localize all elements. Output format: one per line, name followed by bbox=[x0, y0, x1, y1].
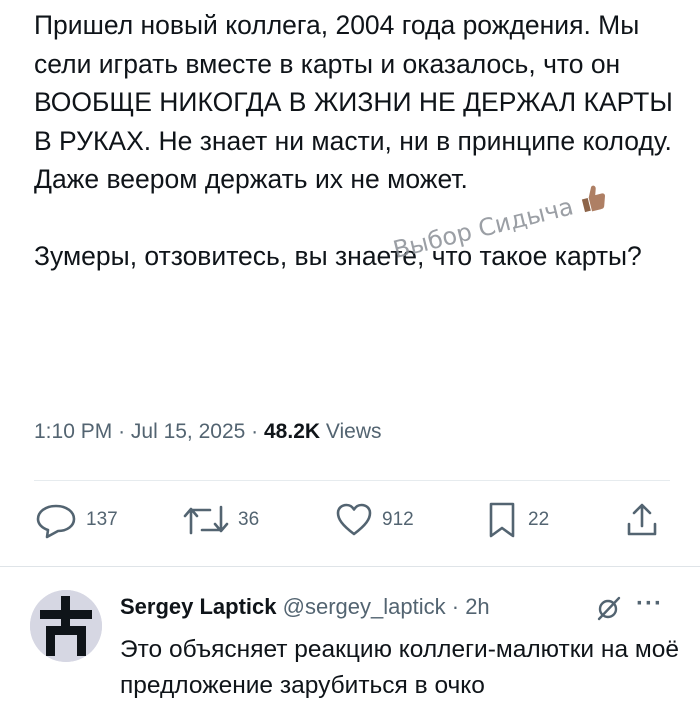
repost-count: 36 bbox=[238, 509, 260, 530]
reply-icon bbox=[34, 500, 78, 540]
tweet-time[interactable]: 1:10 PM bbox=[34, 420, 112, 443]
tweet-meta: 1:10 PM · Jul 15, 2025 · 48.2K Views bbox=[34, 420, 382, 444]
action-bar: 137 36 912 22 bbox=[30, 500, 670, 540]
tweet-date[interactable]: Jul 15, 2025 bbox=[131, 420, 245, 443]
repost-icon bbox=[182, 500, 230, 540]
like-button[interactable]: 912 bbox=[334, 500, 414, 540]
avatar[interactable] bbox=[30, 590, 102, 662]
share-button[interactable] bbox=[624, 500, 660, 540]
reply-author-name[interactable]: Sergey Laptick bbox=[120, 594, 277, 619]
divider-top bbox=[34, 480, 670, 481]
views-label: Views bbox=[325, 420, 382, 443]
meta-separator: · bbox=[251, 420, 264, 443]
reply-text: Это объясняет реакцию коллеги-малютки на… bbox=[120, 636, 679, 699]
tweet-paragraph-2: Зумеры, отзовитесь, вы знаете, что такое… bbox=[34, 240, 642, 271]
views-count: 48.2K bbox=[264, 420, 321, 443]
reply-author-handle[interactable]: @sergey_laptick bbox=[283, 594, 446, 619]
like-count: 912 bbox=[382, 509, 414, 530]
tweet-text: Пришел новый коллега, 2004 года рождения… bbox=[34, 6, 674, 275]
repost-button[interactable]: 36 bbox=[182, 500, 259, 540]
bookmark-button[interactable]: 22 bbox=[484, 500, 549, 540]
reply-time[interactable]: 2h bbox=[465, 594, 489, 619]
grok-icon[interactable] bbox=[595, 594, 623, 627]
reply-count: 137 bbox=[86, 509, 118, 530]
bookmark-icon bbox=[484, 500, 520, 540]
meta-separator: · bbox=[451, 594, 460, 619]
tweet-paragraph-1: Пришел новый коллега, 2004 года рождения… bbox=[34, 10, 673, 194]
reply-tweet[interactable]: Sergey Laptick @sergey_laptick · 2h ··· … bbox=[0, 568, 700, 711]
bookmark-count: 22 bbox=[528, 509, 550, 530]
like-icon bbox=[334, 500, 374, 540]
share-icon bbox=[624, 500, 660, 540]
reply-button[interactable]: 137 bbox=[34, 500, 118, 540]
divider-reply bbox=[0, 566, 700, 567]
more-icon[interactable]: ··· bbox=[636, 590, 663, 618]
meta-separator: · bbox=[118, 420, 131, 443]
reply-header: Sergey Laptick @sergey_laptick · 2h bbox=[120, 594, 490, 620]
